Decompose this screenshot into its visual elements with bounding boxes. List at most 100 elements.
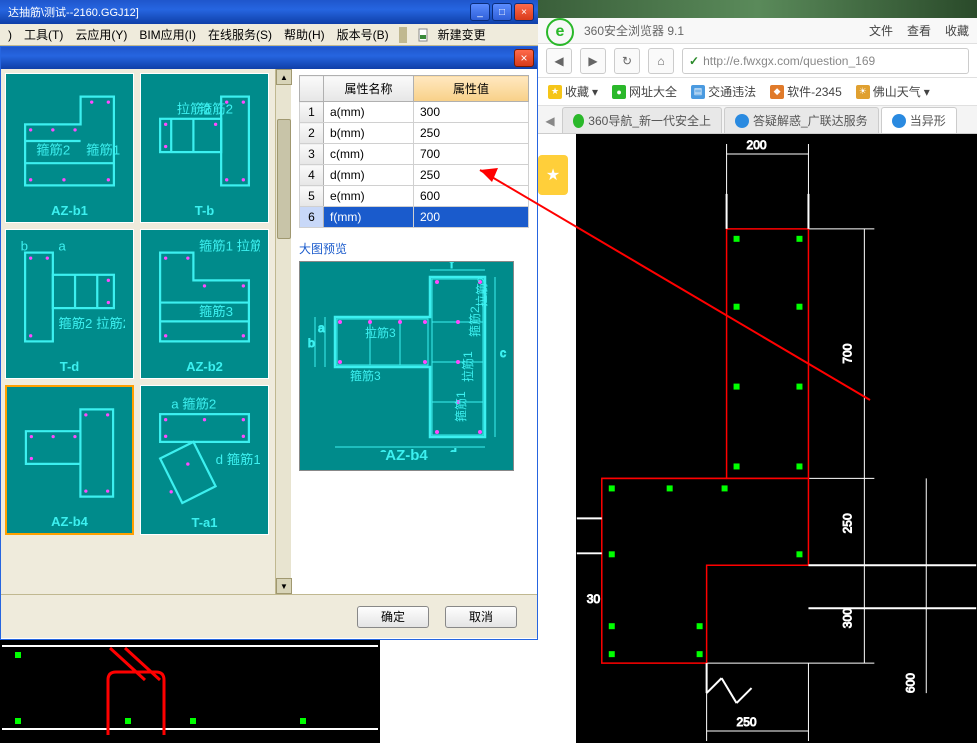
minimize-button[interactable]: _	[470, 3, 490, 21]
url-text: http://e.fwxgx.com/question_169	[703, 54, 875, 68]
thumb-t-b[interactable]: 拉筋2箍筋2 T-b	[140, 73, 269, 223]
svg-text:箍筋2: 箍筋2	[36, 141, 70, 157]
scroll-up-button[interactable]: ▲	[276, 69, 292, 85]
table-row[interactable]: 4d(mm)250	[300, 165, 529, 186]
thumb-t-a1[interactable]: a 箍筋2d 箍筋1 T-a1	[140, 385, 269, 535]
svg-text:a: a	[58, 238, 66, 253]
weather-icon: ☀	[856, 85, 870, 99]
address-bar[interactable]: ✓ http://e.fwxgx.com/question_169	[682, 48, 969, 74]
menu-online[interactable]: 在线服务(S)	[204, 24, 276, 45]
svg-text:700: 700	[840, 343, 854, 363]
home-button[interactable]: ⌂	[648, 48, 674, 74]
menu-tools[interactable]: 工具(T)	[20, 24, 67, 45]
menu-fav[interactable]: 收藏	[945, 22, 969, 39]
svg-text:b: b	[21, 238, 28, 253]
sidebar-favorites-tab[interactable]: ★	[538, 155, 568, 195]
table-row[interactable]: 3c(mm)700	[300, 144, 529, 165]
browser-title: 360安全浏览器 9.1	[584, 22, 859, 39]
menu-item[interactable]: )	[4, 26, 16, 44]
header-name: 属性名称	[324, 76, 414, 102]
star-icon: ★	[548, 85, 562, 99]
thumbnail-scrollbar[interactable]: ▲ ▼	[275, 69, 291, 594]
dialog-titlebar[interactable]: ×	[1, 47, 537, 69]
menu-cloud[interactable]: 云应用(Y)	[71, 24, 131, 45]
browser-titlebar: e 360安全浏览器 9.1 文件 查看 收藏	[538, 18, 977, 44]
tab[interactable]: 360导航_新一代安全上	[562, 107, 722, 133]
svg-text:a 箍筋2: a 箍筋2	[171, 396, 216, 412]
svg-text:a: a	[318, 321, 325, 335]
property-table: 属性名称 属性值 1a(mm)300 2b(mm)250 3c(mm)700 4…	[299, 75, 529, 228]
svg-text:300: 300	[840, 608, 854, 628]
new-change-button[interactable]: 新建变更	[413, 22, 494, 47]
svg-text:250: 250	[840, 513, 854, 533]
separator	[399, 27, 407, 43]
table-row[interactable]: 1a(mm)300	[300, 102, 529, 123]
svg-text:箍筋3: 箍筋3	[199, 303, 233, 319]
document-icon	[417, 28, 431, 42]
window-title: 达抽筋\测试--2160.GGJ12]	[4, 4, 470, 20]
bookmark-item[interactable]: ●网址大全	[612, 83, 677, 100]
menu-view[interactable]: 查看	[907, 22, 931, 39]
table-row[interactable]: 5e(mm)600	[300, 186, 529, 207]
window-header-photo	[538, 0, 977, 18]
bookmark-item[interactable]: ◆软件-2345	[770, 83, 842, 100]
thumb-t-d[interactable]: ba箍筋2 拉筋2 T-d	[5, 229, 134, 379]
svg-text:d: d	[450, 446, 457, 452]
back-button[interactable]: ◀	[546, 48, 572, 74]
thumb-az-b2[interactable]: 箍筋1 拉筋1 箍筋2 拉筋2箍筋3 AZ-b2	[140, 229, 269, 379]
soft-icon: ◆	[770, 85, 784, 99]
ok-button[interactable]: 确定	[357, 606, 429, 628]
svg-text:箍筋2: 箍筋2	[467, 306, 482, 337]
scrollbar-thumb[interactable]	[277, 119, 291, 239]
browser-window: e 360安全浏览器 9.1 文件 查看 收藏 ◀ ▶ ↻ ⌂ ✓ http:/…	[538, 0, 977, 743]
preview-label: 大图预览	[299, 240, 529, 257]
close-button[interactable]: ×	[514, 3, 534, 21]
svg-text:c: c	[500, 346, 506, 360]
header-value: 属性值	[414, 76, 529, 102]
cad-drawing-view[interactable]: 200 700 250 300 600 30	[576, 134, 977, 743]
dialog-close-button[interactable]: ×	[514, 49, 534, 67]
bookmark-item[interactable]: ▤交通违法	[691, 83, 756, 100]
titlebar[interactable]: 达抽筋\测试--2160.GGJ12] _ □ ×	[0, 0, 538, 24]
thumb-az-b1[interactable]: 箍筋2箍筋1 AZ-b1	[5, 73, 134, 223]
menu-help[interactable]: 帮助(H)	[280, 24, 329, 45]
svg-text:30: 30	[587, 592, 601, 606]
app-window: 达抽筋\测试--2160.GGJ12] _ □ × ) 工具(T) 云应用(Y)…	[0, 0, 538, 640]
bookmark-item[interactable]: ☀佛山天气 ▾	[856, 83, 930, 100]
thumbnail-panel: 箍筋2箍筋1 AZ-b1 拉筋2箍筋2 T-b ba箍筋2 拉筋2 T-d 箍筋…	[1, 69, 291, 594]
svg-text:200: 200	[747, 138, 767, 152]
svg-text:箍筋1: 箍筋1	[86, 141, 120, 157]
menu-bim[interactable]: BIM应用(I)	[135, 24, 200, 45]
cancel-button[interactable]: 取消	[445, 606, 517, 628]
shape-dialog: × 箍筋2箍筋1 AZ-b1 拉筋2箍筋2 T-b ba箍筋2 拉筋2 T-d	[0, 46, 538, 640]
bookmark-bar: ★ 收藏 ▾ ●网址大全 ▤交通违法 ◆软件-2345 ☀佛山天气 ▾	[538, 78, 977, 106]
svg-text:箍筋2: 箍筋2	[199, 100, 233, 116]
menu-version[interactable]: 版本号(B)	[333, 24, 393, 45]
globe-icon: ●	[612, 85, 626, 99]
preview-box: a b e d c f 拉筋3 箍筋3 箍筋1 拉筋1 箍筋2	[299, 261, 514, 471]
header-index	[300, 76, 324, 102]
svg-text:箍筋2 拉筋2: 箍筋2 拉筋2	[58, 315, 125, 331]
svg-text:箍筋1 拉筋1 箍筋2 拉筋2: 箍筋1 拉筋1 箍筋2 拉筋2	[199, 238, 260, 253]
svg-text:d 箍筋1: d 箍筋1	[216, 451, 260, 467]
table-row-selected[interactable]: 6f(mm)200	[300, 207, 529, 228]
site-icon: ✓	[689, 54, 699, 68]
maximize-button[interactable]: □	[492, 3, 512, 21]
tab[interactable]: 答疑解惑_广联达服务	[724, 107, 879, 133]
browser-toolbar: ◀ ▶ ↻ ⌂ ✓ http://e.fwxgx.com/question_16…	[538, 44, 977, 78]
tab-active[interactable]: 当异形	[881, 107, 957, 133]
svg-text:b: b	[308, 336, 315, 350]
menu-file[interactable]: 文件	[869, 22, 893, 39]
svg-text:拉筋3: 拉筋3	[365, 325, 396, 340]
tab-favicon-icon	[573, 114, 584, 128]
table-row[interactable]: 2b(mm)250	[300, 123, 529, 144]
favorites-button[interactable]: ★ 收藏 ▾	[548, 83, 598, 100]
forward-button[interactable]: ▶	[580, 48, 606, 74]
thumb-az-b4[interactable]: AZ-b4	[5, 385, 134, 535]
scroll-down-button[interactable]: ▼	[276, 578, 292, 594]
svg-text:箍筋3: 箍筋3	[350, 368, 381, 383]
reload-button[interactable]: ↻	[614, 48, 640, 74]
svg-text:250: 250	[737, 715, 757, 729]
tab-scroll-left[interactable]: ◀	[540, 109, 560, 133]
browser-logo-icon: e	[546, 18, 574, 46]
